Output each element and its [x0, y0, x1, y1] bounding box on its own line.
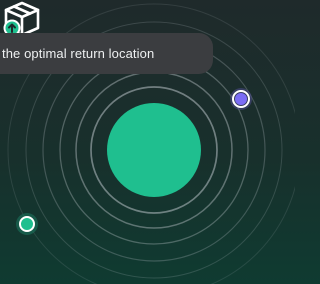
radar-visual: the optimal return location	[0, 0, 295, 284]
hub-circle	[107, 103, 201, 197]
banner-text: the optimal return location	[2, 46, 155, 61]
location-banner: the optimal return location	[0, 33, 213, 74]
purple-location-marker	[230, 88, 252, 110]
green-location-marker	[16, 213, 38, 235]
